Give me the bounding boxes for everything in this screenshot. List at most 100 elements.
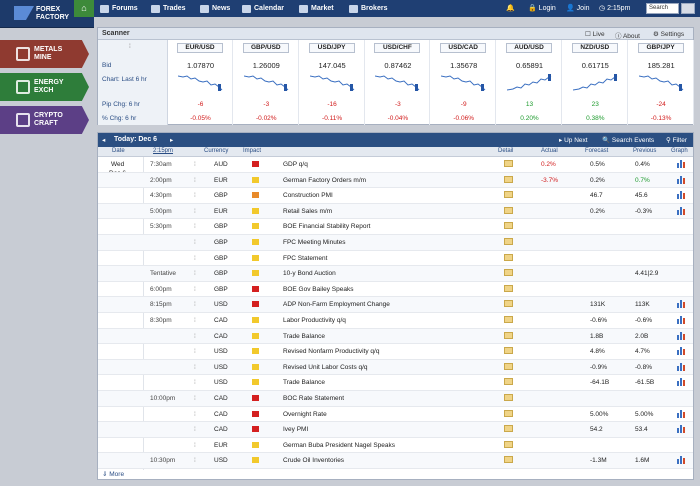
graph-icon[interactable] <box>677 160 686 168</box>
pair-aud-usd[interactable]: AUD/USD 0.65891 13 0.20% <box>497 40 562 125</box>
graph-icon[interactable] <box>677 191 686 200</box>
live-toggle[interactable]: ☐ Live <box>585 30 605 38</box>
up-next-link[interactable]: ▸ Up Next <box>559 136 588 144</box>
impact-folder-icon[interactable] <box>252 317 259 323</box>
impact-folder-icon[interactable] <box>252 348 259 355</box>
detail-folder-icon[interactable] <box>504 440 513 448</box>
event-drag-icon[interactable]: ⁞ <box>194 348 196 355</box>
nav-brokers[interactable]: Brokers <box>349 0 387 17</box>
impact-folder-icon[interactable] <box>252 254 259 261</box>
impact-folder-icon[interactable] <box>252 192 259 199</box>
detail-folder-icon[interactable] <box>504 175 513 183</box>
impact-folder-icon[interactable] <box>252 239 259 245</box>
event-title[interactable]: Overnight Rate <box>283 411 327 418</box>
detail-folder-icon[interactable] <box>504 160 513 167</box>
pair-name[interactable]: NZD/USD <box>571 43 618 53</box>
event-drag-icon[interactable]: ⁞ <box>194 457 196 464</box>
event-drag-icon[interactable]: ⁞ <box>194 317 196 324</box>
next-day-icon[interactable]: ▸ <box>170 136 173 144</box>
calendar-row[interactable]: ⁞ USD Trade Balance -64.1B -61.5B <box>98 375 693 391</box>
graph-icon[interactable] <box>677 206 686 215</box>
event-title[interactable]: Ivey PMI <box>283 426 308 433</box>
nav-market[interactable]: Market <box>299 0 334 17</box>
event-drag-icon[interactable]: ⁞ <box>194 223 196 230</box>
graph-icon[interactable] <box>677 300 686 309</box>
prev-day-icon[interactable]: ◂ <box>102 136 105 144</box>
pair-eur-usd[interactable]: EUR/USD 1.07870 -6 -0.05% <box>168 40 233 125</box>
pair-gbp-jpy[interactable]: GBP/JPY 185.281 -24 -0.13% <box>629 40 694 125</box>
impact-folder-icon[interactable] <box>252 426 259 433</box>
detail-folder-icon[interactable] <box>504 191 513 199</box>
graph-icon[interactable] <box>677 347 686 356</box>
detail-folder-icon[interactable] <box>504 206 513 214</box>
detail-folder-icon[interactable] <box>504 331 513 339</box>
detail-folder-icon[interactable] <box>504 222 513 230</box>
more-link[interactable]: ⇓ More <box>102 470 124 478</box>
detail-folder-icon[interactable] <box>504 316 513 323</box>
graph-icon[interactable] <box>677 175 686 184</box>
detail-folder-icon[interactable] <box>504 362 513 370</box>
detail-folder-icon[interactable] <box>504 253 513 261</box>
home-icon[interactable]: ⌂ <box>74 0 94 17</box>
search-button[interactable] <box>681 3 695 14</box>
event-title[interactable]: FPC Statement <box>283 255 327 262</box>
impact-folder-icon[interactable] <box>252 301 259 308</box>
impact-folder-icon[interactable] <box>252 395 259 401</box>
graph-icon[interactable] <box>677 409 686 418</box>
event-drag-icon[interactable]: ⁞ <box>194 426 196 433</box>
impact-folder-icon[interactable] <box>252 270 259 277</box>
event-title[interactable]: Crude Oil Inventories <box>283 457 344 464</box>
event-drag-icon[interactable]: ⁞ <box>194 395 196 402</box>
graph-icon[interactable] <box>677 362 686 371</box>
detail-folder-icon[interactable] <box>504 409 513 417</box>
event-drag-icon[interactable]: ⁞ <box>194 255 196 262</box>
event-title[interactable]: BOE Financial Stability Report <box>283 223 370 230</box>
pair-name[interactable]: EUR/USD <box>177 43 223 53</box>
event-title[interactable]: Trade Balance <box>283 379 325 386</box>
detail-folder-icon[interactable] <box>504 284 513 292</box>
detail-folder-icon[interactable] <box>504 347 513 355</box>
calendar-row[interactable]: ⁞ CAD Trade Balance 1.8B 2.0B <box>98 328 693 345</box>
graph-icon[interactable] <box>677 425 686 434</box>
calendar-row[interactable]: ⁞ EUR German Buba President Nagel Speaks <box>98 438 693 454</box>
settings-link[interactable]: ⚙ Settings <box>653 30 684 38</box>
calendar-row[interactable]: 4:30pm ⁞ GBP Construction PMI 46.7 45.6 <box>98 188 693 204</box>
pct-chg-label[interactable]: % Chg: 6 hr <box>102 115 136 122</box>
event-drag-icon[interactable]: ⁞ <box>194 301 196 308</box>
calendar-row[interactable]: 7:30am ⁞ AUD GDP q/q 0.2% 0.5% 0.4% <box>98 157 693 173</box>
event-drag-icon[interactable]: ⁞ <box>194 239 196 246</box>
event-title[interactable]: 10-y Bond Auction <box>283 270 336 277</box>
detail-folder-icon[interactable] <box>504 300 513 308</box>
search-input[interactable]: Search <box>646 3 679 14</box>
event-drag-icon[interactable]: ⁞ <box>194 192 196 199</box>
pair-usd-cad[interactable]: USD/CAD 1.35678 -9 -0.06% <box>431 40 497 125</box>
detail-folder-icon[interactable] <box>504 394 513 401</box>
detail-folder-icon[interactable] <box>504 378 513 386</box>
pair-nzd-usd[interactable]: NZD/USD 0.61715 23 0.38% <box>563 40 628 125</box>
event-title[interactable]: GDP q/q <box>283 161 308 168</box>
pair-gbp-usd[interactable]: GBP/USD 1.26009 -3 -0.02% <box>234 40 299 125</box>
drag-handle-icon[interactable]: ⁞ <box>129 43 131 50</box>
calendar-row[interactable]: 5:30pm ⁞ GBP BOE Financial Stability Report <box>98 219 693 235</box>
event-drag-icon[interactable]: ⁞ <box>194 177 196 184</box>
calendar-row[interactable]: 2:00pm ⁞ EUR German Factory Orders m/m -3.7%… <box>98 172 693 189</box>
nav-forums[interactable]: Forums <box>100 0 138 17</box>
bell-icon[interactable]: 🔔 <box>506 0 515 17</box>
calendar-row[interactable]: ⁞ GBP FPC Statement <box>98 251 693 267</box>
calendar-row[interactable]: 10:00pm ⁞ CAD BOC Rate Statement <box>98 391 693 407</box>
pair-name[interactable]: GBP/JPY <box>637 43 684 53</box>
impact-folder-icon[interactable] <box>252 410 259 417</box>
event-title[interactable]: Revised Unit Labor Costs q/q <box>283 364 368 371</box>
pair-usd-jpy[interactable]: USD/JPY 147.045 -16 -0.11% <box>300 40 365 125</box>
event-drag-icon[interactable]: ⁞ <box>194 333 196 340</box>
event-title[interactable]: Trade Balance <box>283 333 325 340</box>
detail-folder-icon[interactable] <box>504 425 513 433</box>
calendar-row[interactable]: ⁞ USD Revised Nonfarm Productivity q/q 4.8%… <box>98 344 693 360</box>
event-title[interactable]: Revised Nonfarm Productivity q/q <box>283 348 379 355</box>
event-title[interactable]: German Factory Orders m/m <box>283 177 366 184</box>
calendar-row[interactable]: Tentative ⁞ GBP 10-y Bond Auction 4.41|2.9 <box>98 266 693 282</box>
impact-folder-icon[interactable] <box>252 161 259 167</box>
event-drag-icon[interactable]: ⁞ <box>194 442 196 449</box>
detail-folder-icon[interactable] <box>504 456 513 464</box>
calendar-row[interactable]: 5:00pm ⁞ EUR Retail Sales m/m 0.2% -0.3% <box>98 203 693 220</box>
